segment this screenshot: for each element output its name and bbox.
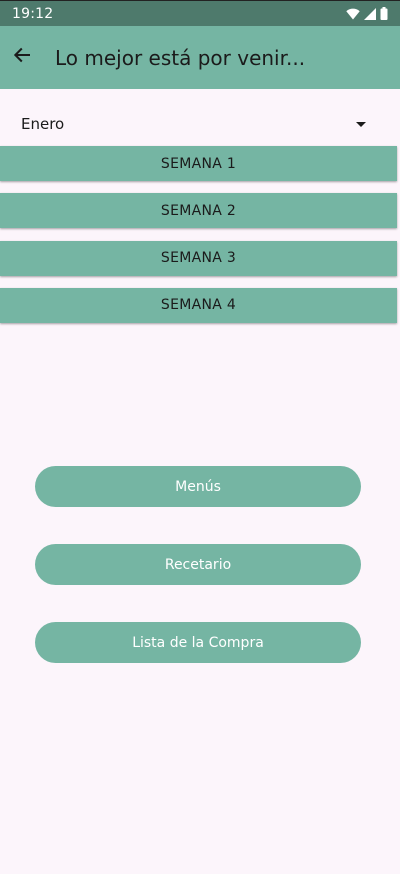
battery-icon (380, 7, 388, 20)
status-icons (346, 7, 388, 20)
dropdown-arrow-icon (356, 121, 366, 127)
menus-button[interactable]: Menús (35, 466, 361, 507)
signal-icon (364, 7, 376, 20)
back-button[interactable] (0, 36, 44, 80)
week-3-button[interactable]: SEMANA 3 (0, 240, 397, 276)
week-2-button[interactable]: SEMANA 2 (0, 193, 397, 229)
recetario-button[interactable]: Recetario (35, 544, 361, 585)
arrow-left-icon (13, 46, 31, 69)
action-list: Menús Recetario Lista de la Compra (35, 466, 361, 700)
week-1-button[interactable]: SEMANA 1 (0, 146, 397, 181)
wifi-icon (346, 8, 360, 20)
status-bar: 19:12 (0, 0, 400, 26)
week-4-button[interactable]: SEMANA 4 (0, 287, 397, 323)
month-dropdown[interactable]: Enero (0, 104, 400, 144)
month-dropdown-value: Enero (21, 115, 65, 133)
shopping-list-button[interactable]: Lista de la Compra (35, 622, 361, 663)
page-title: Lo mejor está por venir... (55, 45, 306, 70)
week-list: SEMANA 1 SEMANA 2 SEMANA 3 SEMANA 4 (0, 146, 397, 335)
status-time: 19:12 (12, 5, 54, 22)
app-bar: Lo mejor está por venir... (0, 26, 400, 89)
